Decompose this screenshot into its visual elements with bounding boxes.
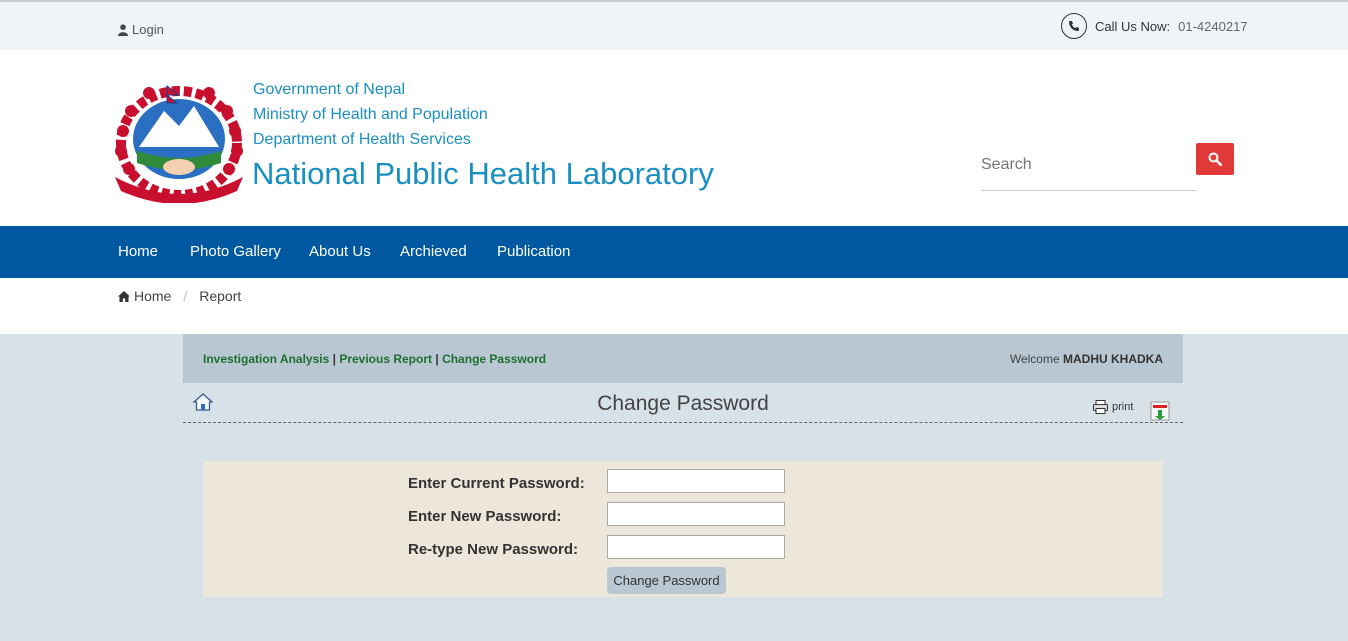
report-subnav: Investigation Analysis | Previous Report… xyxy=(183,334,1183,383)
login-label: Login xyxy=(132,22,164,37)
search-button[interactable] xyxy=(1196,143,1234,175)
print-button[interactable]: print xyxy=(1093,400,1133,414)
welcome-prefix: Welcome xyxy=(1009,352,1060,366)
link-change-password[interactable]: Change Password xyxy=(442,352,546,366)
home-icon xyxy=(118,290,130,302)
printer-icon xyxy=(1093,400,1108,414)
link-separator: | xyxy=(332,352,336,366)
call-number: 01-4240217 xyxy=(1178,18,1248,34)
page-title: Change Password xyxy=(597,392,769,415)
breadcrumb: Home / Report xyxy=(118,288,241,304)
new-password-label: Enter New Password: xyxy=(408,508,562,525)
nav-photo-gallery[interactable]: Photo Gallery xyxy=(190,243,281,260)
breadcrumb-separator: / xyxy=(183,288,188,304)
welcome-text: Welcome MADHU KHADKA xyxy=(1010,352,1163,366)
search-icon xyxy=(1208,152,1222,166)
current-password-label: Enter Current Password: xyxy=(408,475,585,492)
nav-about-us[interactable]: About Us xyxy=(309,243,371,260)
change-password-button[interactable]: Change Password xyxy=(607,567,726,594)
department-label: Department of Health Services xyxy=(253,131,471,148)
site-title[interactable]: National Public Health Laboratory xyxy=(252,156,714,192)
username: MADHU KHADKA xyxy=(1063,352,1163,366)
current-password-input[interactable] xyxy=(607,469,785,493)
top-bar: Login Call Us Now: 01-4240217 xyxy=(0,2,1348,50)
login-link[interactable]: Login xyxy=(118,22,164,37)
retype-password-label: Re-type New Password: xyxy=(408,541,579,558)
link-previous-report[interactable]: Previous Report xyxy=(339,352,432,366)
government-label: Government of Nepal xyxy=(253,81,406,98)
new-password-input[interactable] xyxy=(607,502,785,526)
page-title-row: Change Password print xyxy=(183,384,1183,423)
retype-password-input[interactable] xyxy=(607,535,785,559)
ministry-label: Ministry of Health and Population xyxy=(253,106,488,123)
link-investigation-analysis[interactable]: Investigation Analysis xyxy=(203,352,329,366)
search-input[interactable] xyxy=(981,150,1181,180)
breadcrumb-home[interactable]: Home xyxy=(134,288,171,304)
nav-publication[interactable]: Publication xyxy=(497,243,570,260)
nepal-emblem-icon xyxy=(115,85,243,203)
user-icon xyxy=(118,23,128,36)
nav-archieved[interactable]: Archieved xyxy=(400,243,467,260)
phone-icon xyxy=(1061,13,1087,39)
call-us: Call Us Now: 01-4240217 xyxy=(1061,13,1248,39)
nav-home[interactable]: Home xyxy=(118,243,158,260)
change-password-form: Enter Current Password: Enter New Passwo… xyxy=(203,461,1163,597)
search-box xyxy=(981,150,1197,191)
pdf-export-icon[interactable] xyxy=(1149,400,1171,422)
main-nav: Home Photo Gallery About Us Archieved Pu… xyxy=(0,226,1348,278)
link-separator: | xyxy=(435,352,439,366)
report-links: Investigation Analysis | Previous Report… xyxy=(203,352,546,366)
breadcrumb-current: Report xyxy=(199,288,242,304)
print-label: print xyxy=(1112,401,1134,413)
call-label: Call Us Now: xyxy=(1095,18,1171,34)
